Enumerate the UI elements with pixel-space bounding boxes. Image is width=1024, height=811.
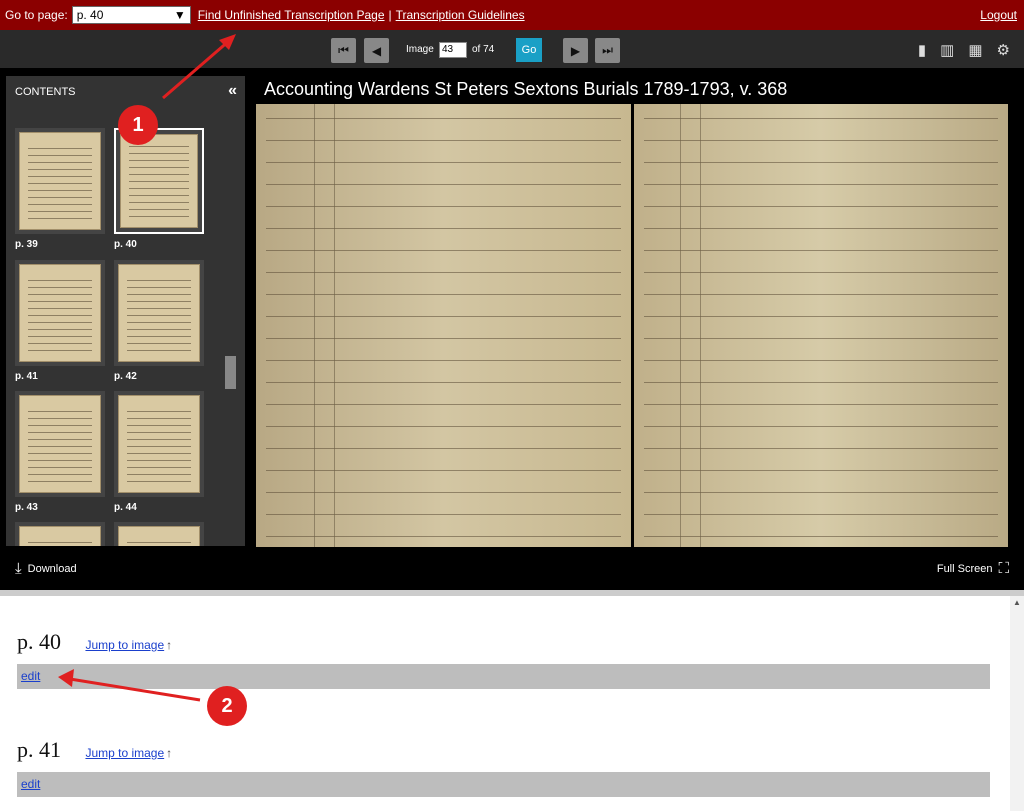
thumbnail-label: p. 39 — [15, 239, 38, 250]
manuscript-image[interactable] — [256, 104, 1008, 547]
thumbnail-label: p. 41 — [15, 371, 38, 382]
page-scrollbar[interactable]: ▲ — [1010, 596, 1024, 811]
up-arrow-icon: ↑ — [166, 746, 173, 760]
edit-link[interactable]: edit — [21, 777, 40, 791]
edit-bar: edit — [17, 772, 990, 797]
page-select[interactable]: p. 40 ▼ — [71, 6, 191, 24]
grid-view-icon[interactable]: ▦ — [968, 41, 982, 59]
next-icon: ▶ — [570, 43, 581, 58]
fullscreen-label: Full Screen — [936, 562, 993, 575]
jump-to-image-link[interactable]: Jump to image — [85, 638, 164, 652]
thumbnail-p46[interactable] — [114, 522, 204, 546]
go-button[interactable]: Go — [516, 38, 542, 62]
fullscreen-button[interactable]: Full Screen ⛶ — [937, 560, 1009, 577]
next-image-button[interactable]: ▶ — [563, 38, 588, 63]
last-icon: ⏭ — [602, 43, 613, 57]
find-unfinished-transcription-link[interactable]: Find Unfinished Transcription Page — [198, 8, 385, 22]
image-total-label: of 74 — [472, 44, 495, 55]
jump-to-image-link[interactable]: Jump to image — [85, 746, 164, 760]
image-number-input[interactable]: 43 — [439, 42, 467, 58]
thumbnail-p45[interactable] — [15, 522, 105, 546]
sidebar-scrollbar[interactable] — [225, 356, 236, 389]
viewer-toolbar: ⏮ ◀ Image 43 of 74 Go ▶ ⏭ ▮ ▥ ▦ ⚙ — [0, 30, 1024, 68]
transcription-guidelines-link[interactable]: Transcription Guidelines — [396, 8, 525, 22]
page-entry-p40: p. 40 Jump to image ↑ — [17, 629, 172, 655]
scroll-up-icon[interactable]: ▲ — [1013, 598, 1021, 607]
dropdown-arrow-icon: ▼ — [173, 8, 186, 22]
previous-image-button[interactable]: ◀ — [364, 38, 389, 63]
thumbnail-p39[interactable] — [15, 128, 105, 234]
previous-icon: ◀ — [371, 43, 382, 58]
up-arrow-icon: ↑ — [166, 638, 173, 652]
last-image-button[interactable]: ⏭ — [595, 38, 620, 63]
first-icon: ⏮ — [338, 43, 349, 57]
thumbnail-p40[interactable] — [114, 128, 204, 234]
thumbnail-p42[interactable] — [114, 260, 204, 366]
contents-header: CONTENTS — [15, 86, 76, 98]
page-title: p. 41 — [17, 737, 61, 762]
thumbnail-p44[interactable] — [114, 391, 204, 497]
annotation-marker: 1 — [118, 105, 158, 145]
edit-link[interactable]: edit — [21, 669, 40, 683]
collapse-sidebar-icon[interactable]: « — [228, 82, 237, 100]
first-image-button[interactable]: ⏮ — [331, 38, 356, 63]
logout-link[interactable]: Logout — [980, 8, 1017, 22]
download-label: Download — [27, 562, 77, 575]
goto-page-label: Go to page: — [5, 8, 68, 22]
thumbnail-label: p. 40 — [114, 239, 137, 250]
thumbnail-label: p. 43 — [15, 502, 38, 513]
single-page-view-icon[interactable]: ▮ — [918, 41, 926, 59]
viewer-bottom-bar: ⤓ Download Full Screen ⛶ — [0, 548, 1024, 590]
top-navigation-bar: Go to page: p. 40 ▼ Find Unfinished Tran… — [0, 0, 1024, 30]
page-select-value: p. 40 — [76, 8, 104, 22]
contents-sidebar: CONTENTS « p. 39 p. 40 p. 41 p. 42 p. 43… — [6, 76, 245, 546]
settings-gear-icon[interactable]: ⚙ — [997, 41, 1010, 59]
document-title: Accounting Wardens St Peters Sextons Bur… — [264, 79, 788, 99]
thumbnail-label: p. 42 — [114, 371, 137, 382]
fullscreen-icon: ⛶ — [998, 560, 1009, 577]
edit-bar: edit — [17, 664, 990, 689]
two-page-view-icon[interactable]: ▥ — [940, 41, 954, 59]
left-manuscript-page — [256, 104, 631, 547]
page-entry-p41: p. 41 Jump to image ↑ — [17, 737, 172, 763]
thumbnail-label: p. 44 — [114, 502, 137, 513]
thumbnail-p41[interactable] — [15, 260, 105, 366]
transcription-list: p. 40 Jump to image ↑ edit p. 41 Jump to … — [0, 596, 1010, 811]
download-button[interactable]: ⤓ Download — [15, 560, 77, 577]
annotation-marker: 2 — [207, 686, 247, 726]
image-label: Image — [406, 44, 434, 55]
page-title: p. 40 — [17, 629, 61, 654]
link-separator: | — [388, 8, 392, 22]
right-manuscript-page — [633, 104, 1008, 547]
download-icon: ⤓ — [15, 560, 22, 577]
thumbnail-p43[interactable] — [15, 391, 105, 497]
